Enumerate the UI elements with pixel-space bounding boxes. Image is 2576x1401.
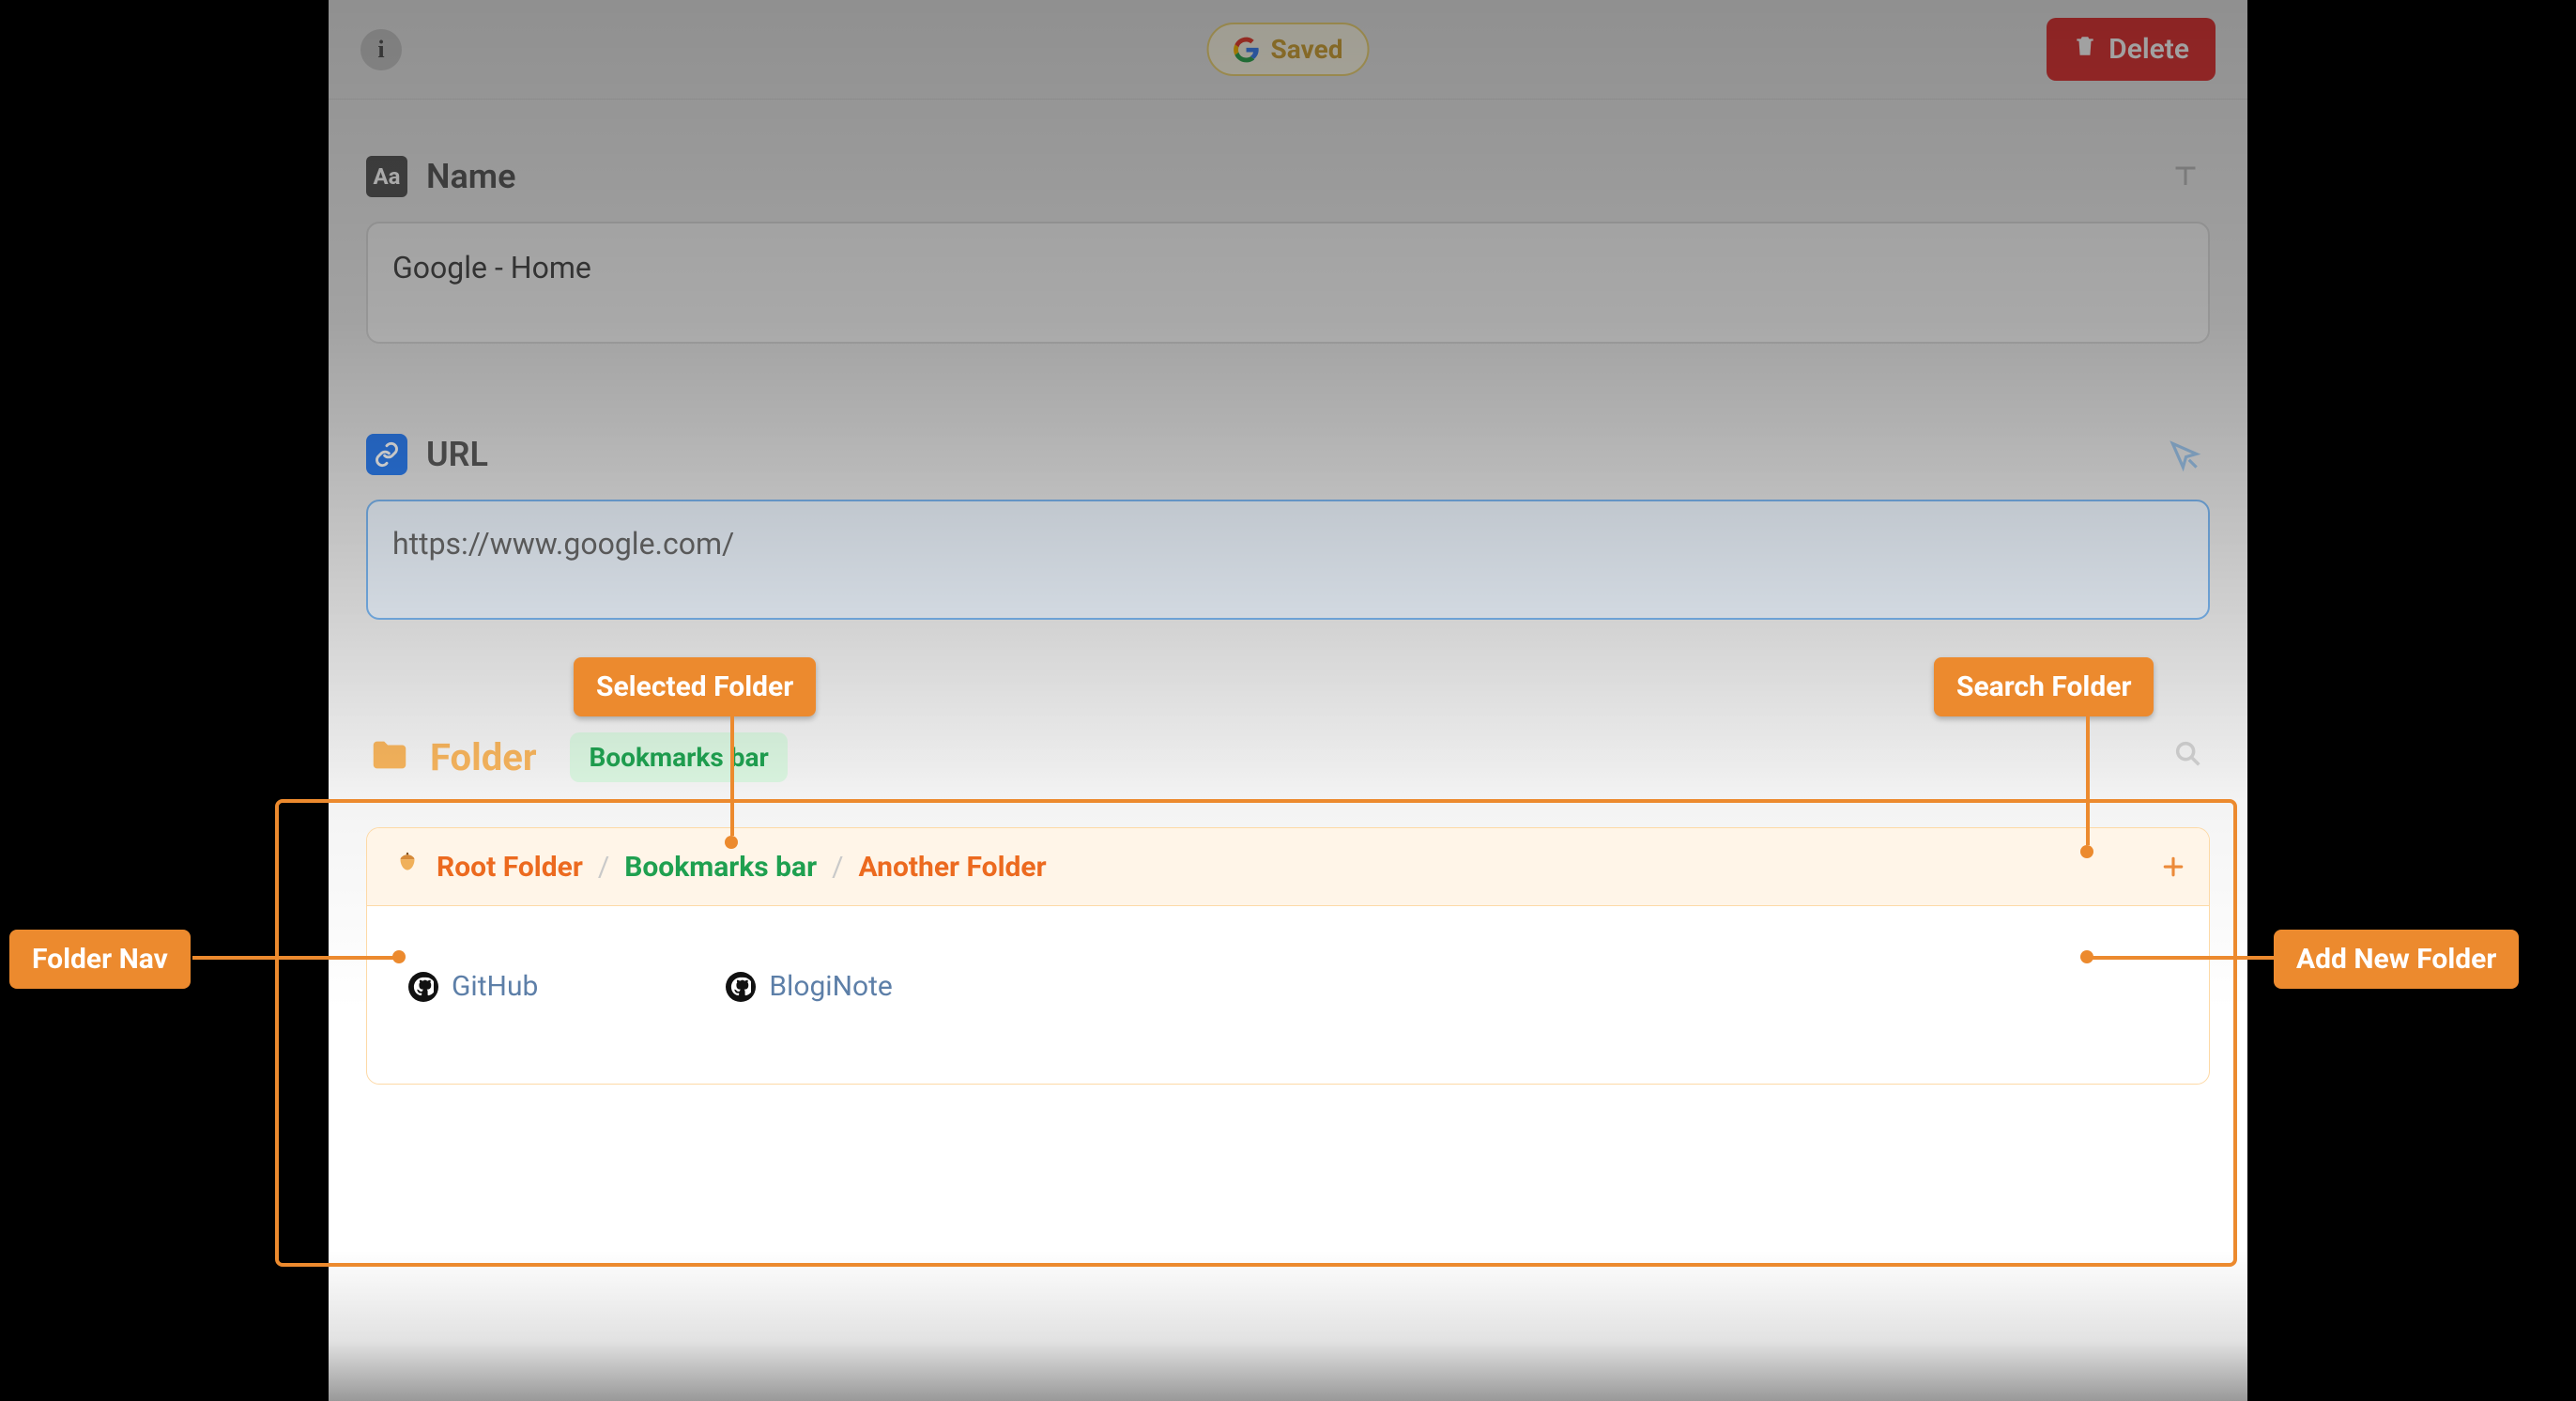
breadcrumb-root[interactable]: Root Folder <box>437 851 583 884</box>
name-icon: Aa <box>366 156 407 197</box>
top-bar: i Saved Delete <box>329 0 2247 100</box>
trash-icon <box>2073 33 2097 66</box>
folder-item[interactable]: GitHub <box>408 970 538 1003</box>
folder-item-label: BlogiNote <box>769 970 892 1003</box>
pick-url-icon[interactable] <box>2167 438 2202 477</box>
folder-item[interactable]: BlogiNote <box>726 970 892 1003</box>
search-folder-button[interactable] <box>2172 738 2204 774</box>
selected-folder-pill[interactable]: Bookmarks bar <box>570 732 787 782</box>
text-tool-icon[interactable] <box>2169 160 2202 197</box>
folder-icon <box>368 734 411 781</box>
url-label: URL <box>426 435 488 474</box>
folder-body: GitHub BlogiNote <box>367 906 2209 1084</box>
breadcrumb-sep: / <box>832 851 843 884</box>
url-input[interactable]: https://www.google.com/ <box>366 500 2210 620</box>
annotation-selected-folder: Selected Folder <box>574 657 816 716</box>
github-icon <box>408 972 438 1002</box>
annotation-folder-nav: Folder Nav <box>9 930 191 989</box>
info-icon: i <box>377 36 384 64</box>
github-icon <box>726 972 756 1002</box>
breadcrumb-sep: / <box>598 851 609 884</box>
saved-pill: Saved <box>1207 23 1370 76</box>
annotation-search-folder: Search Folder <box>1934 657 2154 716</box>
info-button[interactable]: i <box>360 29 402 70</box>
google-icon <box>1234 37 1260 63</box>
name-label: Name <box>426 157 515 196</box>
delete-button[interactable]: Delete <box>2047 18 2216 81</box>
add-folder-button[interactable] <box>2156 850 2190 884</box>
fade-bottom <box>329 1251 2247 1401</box>
link-icon <box>366 434 407 475</box>
name-section-head: Aa Name <box>366 156 2210 197</box>
name-input[interactable]: Google - Home <box>366 222 2210 344</box>
acorn-icon <box>393 849 422 885</box>
breadcrumb-next[interactable]: Another Folder <box>858 851 1046 884</box>
folder-item-label: GitHub <box>452 970 538 1003</box>
folder-breadcrumb: Root Folder / Bookmarks bar / Another Fo… <box>367 828 2209 906</box>
folder-section: Folder Bookmarks bar Root Folder / Bookm… <box>366 732 2210 1085</box>
delete-label: Delete <box>2108 33 2189 66</box>
folder-label: Folder <box>430 735 536 779</box>
url-value: https://www.google.com/ <box>392 526 734 562</box>
folder-panel: Root Folder / Bookmarks bar / Another Fo… <box>366 827 2210 1085</box>
saved-label: Saved <box>1271 34 1343 65</box>
name-value: Google - Home <box>392 250 591 285</box>
url-section-head: URL <box>366 434 2210 475</box>
annotation-add-new-folder: Add New Folder <box>2274 930 2519 989</box>
breadcrumb-current[interactable]: Bookmarks bar <box>624 851 817 884</box>
